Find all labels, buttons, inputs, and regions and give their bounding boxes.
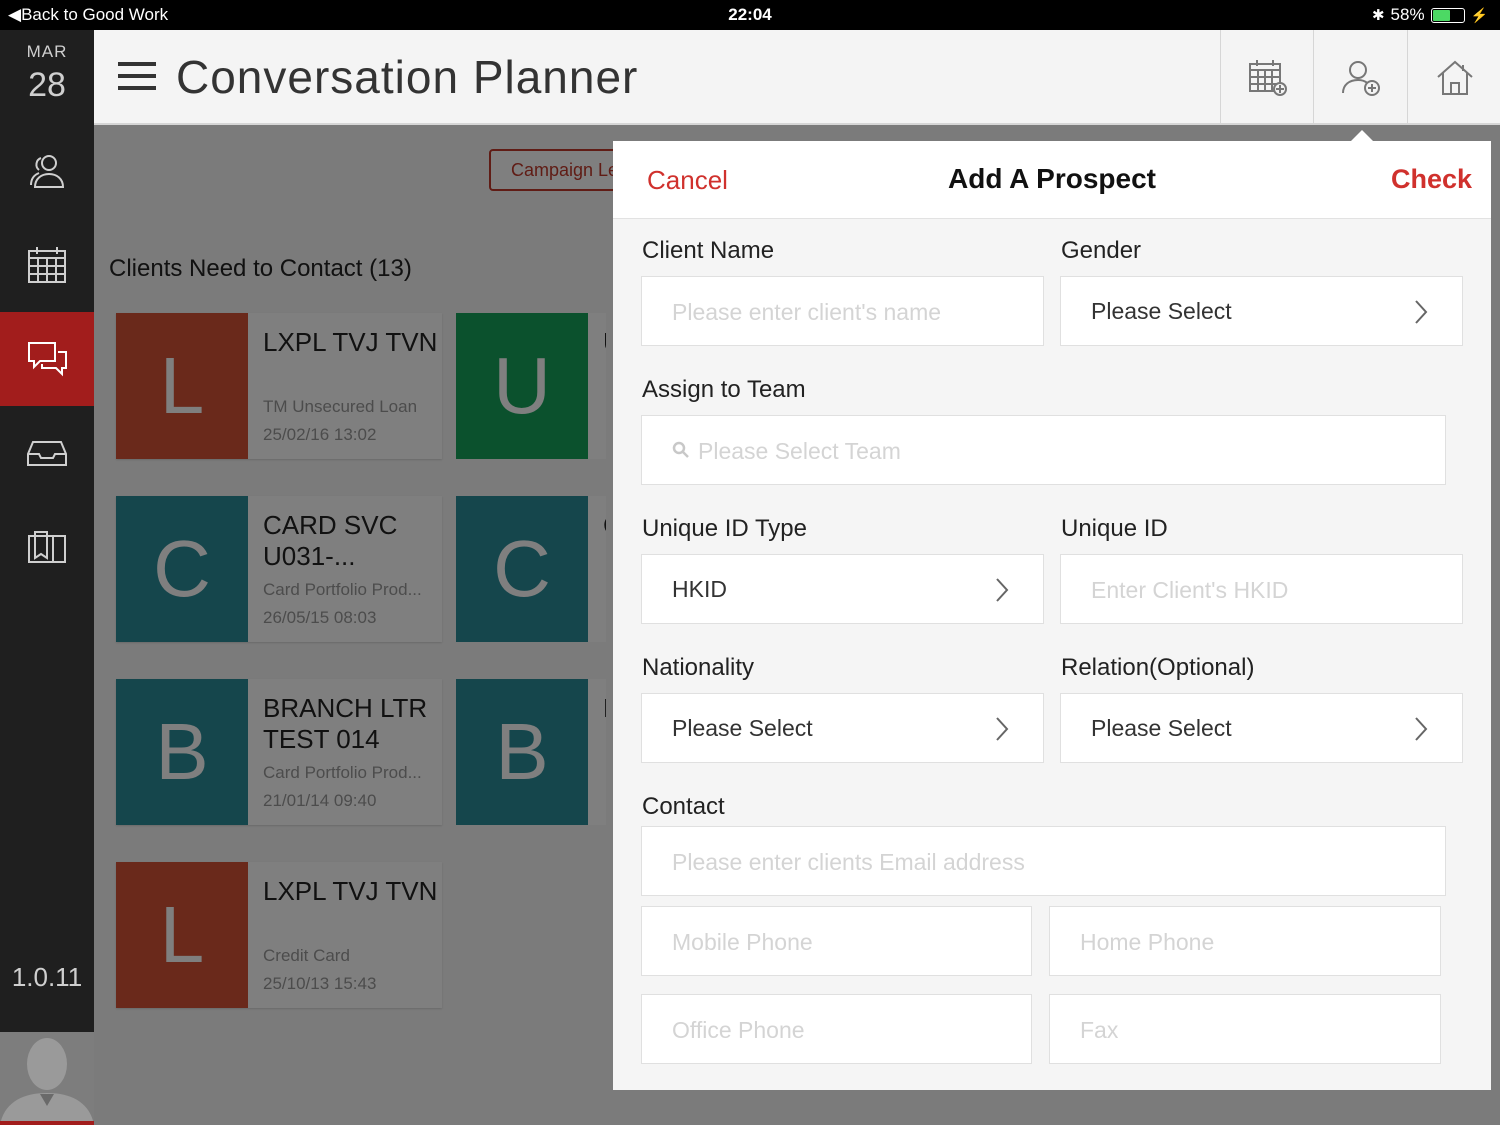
team-label: Assign to Team [642,376,806,403]
mobile-phone-input[interactable]: Mobile Phone [641,906,1032,976]
date-month: MAR [26,42,68,61]
id-type-select[interactable]: HKID [641,554,1044,624]
client-name-placeholder: Please enter client's name [672,299,942,325]
fax-placeholder: Fax [1080,1017,1119,1043]
user-avatar[interactable] [0,1032,94,1125]
gender-label: Gender [1061,237,1142,264]
relation-label: Relation(Optional) [1061,654,1255,681]
id-type-label: Unique ID Type [642,515,807,542]
chevron-right-icon [1415,300,1428,324]
client-name-input[interactable]: Please enter client's name [641,276,1044,346]
add-event-button[interactable] [1220,30,1314,125]
user-add-icon [1341,60,1380,96]
id-type-value: HKID [672,576,727,602]
office-phone-input[interactable]: Office Phone [641,994,1032,1064]
email-input[interactable]: Please enter clients Email address [641,826,1446,896]
fax-input[interactable]: Fax [1049,994,1441,1064]
calendar-icon [28,247,66,283]
charging-icon: ⚡ [1470,6,1488,23]
office-phone-placeholder: Office Phone [672,1017,805,1043]
app-version: 1.0.11 [11,962,83,992]
inbox-icon [27,441,67,466]
unique-id-placeholder: Enter Client's HKID [1091,577,1289,603]
nationality-value: Please Select [672,715,813,741]
chat-icon [28,342,67,377]
search-icon [672,441,689,458]
home-phone-placeholder: Home Phone [1080,929,1215,955]
battery-percent: 58% [1390,5,1425,24]
gender-value: Please Select [1091,298,1232,324]
mobile-phone-placeholder: Mobile Phone [672,929,813,955]
status-bar: ◀Back to Good Work 22:04 ✱ 58% ⚡ [0,0,1500,30]
calendar-add-icon [1248,59,1287,96]
unique-id-label: Unique ID [1061,515,1168,542]
nationality-select[interactable]: Please Select [641,693,1044,763]
dialog-title: Add A Prospect [948,163,1156,194]
chevron-right-icon [1415,717,1428,741]
email-placeholder: Please enter clients Email address [672,849,1025,875]
dialog-header: Cancel Add A Prospect Check [613,141,1491,219]
relation-value: Please Select [1091,715,1232,741]
hamburger-icon [118,62,156,90]
nationality-label: Nationality [642,654,755,681]
team-placeholder: Please Select Team [698,438,901,464]
nav-clients[interactable] [0,124,94,218]
contact-label: Contact [642,793,725,820]
date-day: 28 [28,66,66,104]
home-button[interactable] [1407,30,1500,125]
home-phone-input[interactable]: Home Phone [1049,906,1441,976]
nav-calendar[interactable] [0,218,94,312]
people-icon [30,155,65,188]
gender-select[interactable]: Please Select [1060,276,1463,346]
nav-book[interactable] [0,500,94,594]
chevron-right-icon [996,578,1009,602]
left-nav: MAR 28 1.0.11 [0,30,94,1125]
client-name-label: Client Name [642,237,775,264]
nav-conversations[interactable] [0,312,94,406]
home-icon [1436,60,1473,95]
relation-select[interactable]: Please Select [1060,693,1463,763]
nav-inbox[interactable] [0,406,94,500]
person-silhouette-icon [1,1038,93,1121]
add-prospect-dialog: Cancel Add A Prospect Check Client Name … [613,141,1491,1090]
menu-button[interactable] [118,60,156,97]
bluetooth-icon: ✱ [1371,7,1385,24]
add-prospect-button[interactable] [1313,30,1407,125]
unique-id-input[interactable]: Enter Client's HKID [1060,554,1463,624]
check-button[interactable]: Check [1391,164,1472,195]
page-title: Conversation Planner [176,51,639,103]
date-display: MAR 28 [0,42,94,105]
chevron-right-icon [996,717,1009,741]
battery-icon [1430,7,1465,23]
clock: 22:04 [728,5,772,24]
book-icon [28,531,66,563]
team-search-input[interactable]: Please Select Team [641,415,1446,485]
app-header: Conversation Planner [94,30,1500,125]
